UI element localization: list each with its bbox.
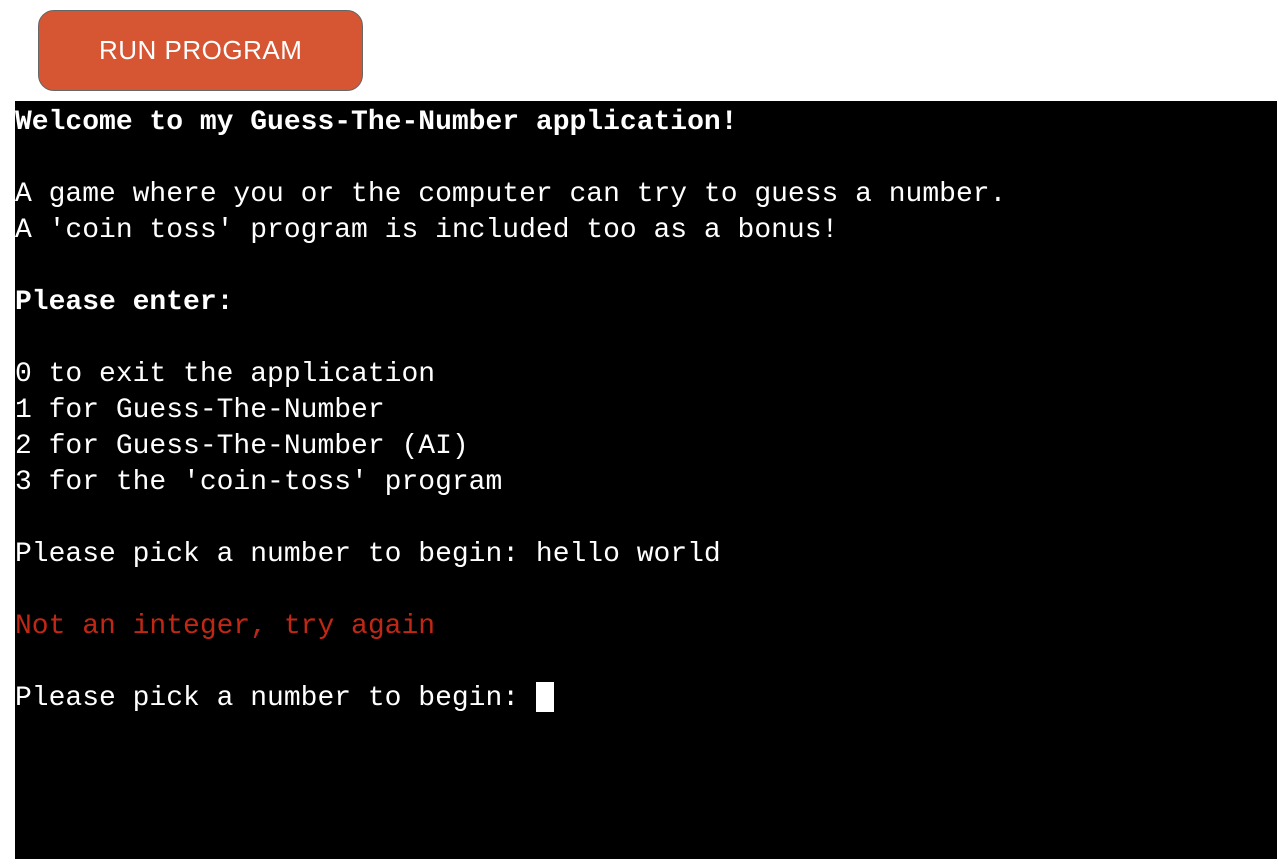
- terminal-blank: [15, 645, 1277, 681]
- terminal-description-1: A game where you or the computer can try…: [15, 177, 1277, 213]
- run-program-button[interactable]: RUN PROGRAM: [38, 10, 363, 91]
- terminal-error-message: Not an integer, try again: [15, 609, 1277, 645]
- terminal-blank: [15, 501, 1277, 537]
- terminal-welcome-title: Welcome to my Guess-The-Number applicati…: [15, 105, 1277, 141]
- terminal-prompt-line-2: Please pick a number to begin:: [15, 681, 1277, 717]
- terminal-menu-option-1: 1 for Guess-The-Number: [15, 393, 1277, 429]
- terminal-description-2: A 'coin toss' program is included too as…: [15, 213, 1277, 249]
- terminal-prompt-text-2: Please pick a number to begin:: [15, 683, 536, 714]
- terminal-blank: [15, 573, 1277, 609]
- terminal-user-input: hello world: [536, 539, 721, 570]
- terminal-menu-option-3: 3 for the 'coin-toss' program: [15, 465, 1277, 501]
- terminal-menu-option-0: 0 to exit the application: [15, 357, 1277, 393]
- terminal-output[interactable]: Welcome to my Guess-The-Number applicati…: [15, 101, 1277, 859]
- toolbar: RUN PROGRAM: [0, 0, 1279, 101]
- terminal-prompt-line-1: Please pick a number to begin: hello wor…: [15, 537, 1277, 573]
- terminal-cursor: [536, 682, 554, 712]
- terminal-prompt-text: Please pick a number to begin:: [15, 539, 536, 570]
- terminal-menu-header: Please enter:: [15, 285, 1277, 321]
- terminal-menu-option-2: 2 for Guess-The-Number (AI): [15, 429, 1277, 465]
- terminal-blank: [15, 249, 1277, 285]
- terminal-blank: [15, 321, 1277, 357]
- terminal-blank: [15, 141, 1277, 177]
